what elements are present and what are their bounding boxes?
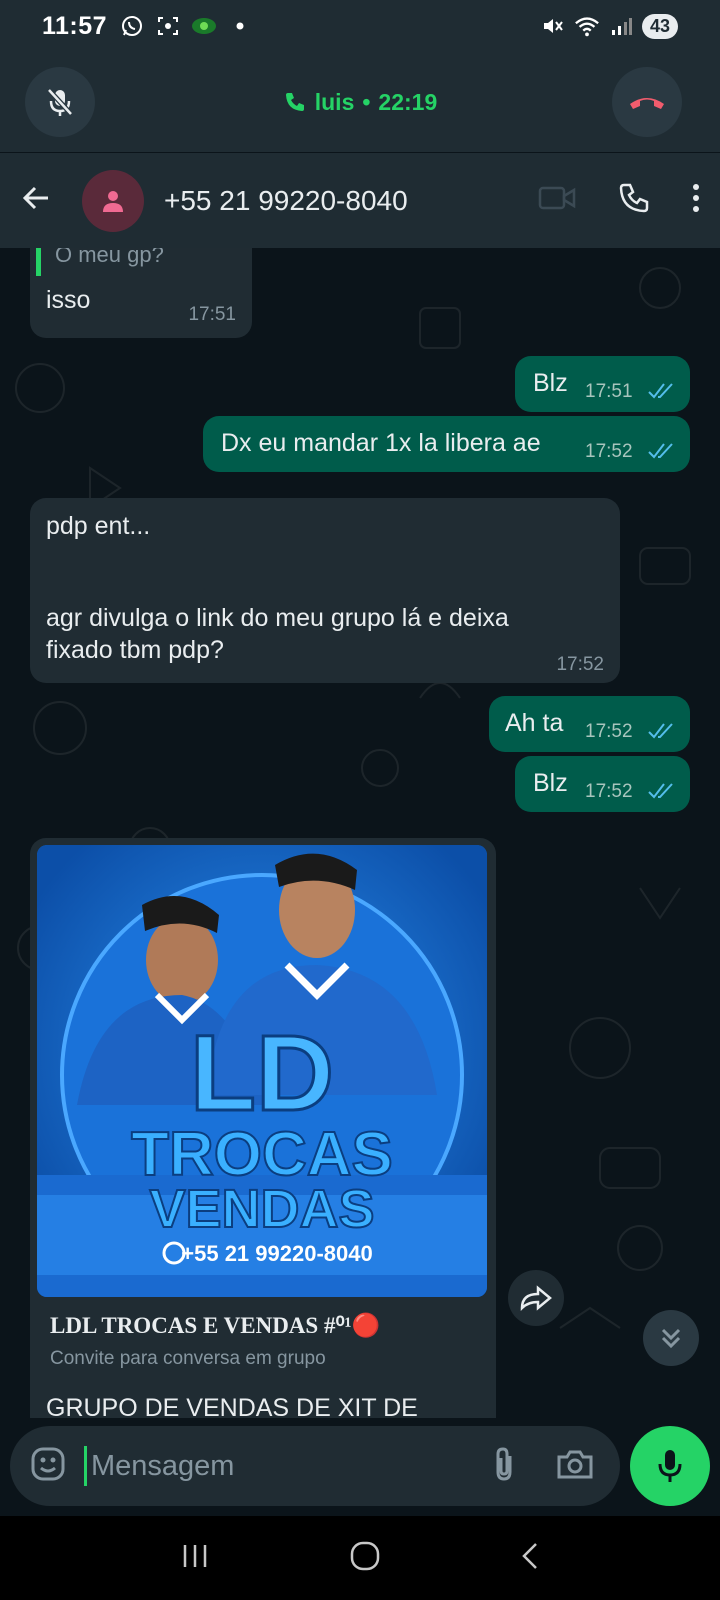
back-icon[interactable]: [520, 1541, 540, 1576]
chat-area[interactable]: O meu gp? isso 17:51 Blz 17:51 Dx eu man…: [0, 248, 720, 1418]
message-text: isso: [46, 286, 91, 314]
read-receipt-icon: [648, 383, 673, 399]
status-bar: 11:57 43: [0, 0, 720, 52]
hang-up-icon: [630, 98, 664, 109]
signal-icon: [608, 13, 634, 39]
system-navigation-bar: [0, 1516, 720, 1600]
forward-button[interactable]: [508, 1270, 564, 1326]
whatsapp-icon: [119, 13, 145, 39]
header-actions: [538, 182, 700, 219]
microphone-off-icon: [47, 88, 73, 116]
home-icon[interactable]: [349, 1540, 381, 1577]
call-status[interactable]: luis • 22:19: [283, 88, 438, 116]
message-text: Dx eu mandar 1x la libera ae: [221, 429, 541, 457]
forward-icon: [520, 1285, 552, 1312]
microphone-icon: [658, 1450, 682, 1482]
message-time: 17:52: [556, 654, 604, 675]
emoji-icon[interactable]: [30, 1446, 66, 1487]
banner-phone: +55 21 99220-8040: [181, 1241, 372, 1266]
voice-call-icon[interactable]: [618, 182, 650, 219]
contact-avatar[interactable]: [82, 169, 144, 232]
call-separator: •: [362, 88, 371, 115]
message-incoming[interactable]: pdp ent... agr divulga o link do meu gru…: [30, 498, 620, 683]
back-arrow-icon[interactable]: [20, 182, 52, 219]
banner-big-letters: LD: [190, 1012, 334, 1133]
recent-apps-icon[interactable]: [180, 1543, 210, 1574]
message-text: Blz: [533, 369, 568, 397]
read-receipt-icon: [648, 723, 673, 739]
ongoing-call-bar[interactable]: luis • 22:19: [0, 52, 720, 152]
phone-icon: [285, 93, 304, 111]
status-time: 11:57: [42, 11, 108, 40]
contact-name[interactable]: +55 21 99220-8040: [164, 185, 408, 217]
message-incoming[interactable]: O meu gp? isso 17:51: [30, 248, 252, 338]
camera-icon[interactable]: [556, 1448, 594, 1485]
group-name: LDL TROCAS E VENDAS #⁰¹🔴: [50, 1313, 381, 1338]
message-outgoing[interactable]: Dx eu mandar 1x la libera ae 17:52: [203, 416, 690, 472]
message-outgoing[interactable]: Ah ta 17:52: [489, 696, 690, 752]
message-line: pdp ent...: [46, 512, 151, 540]
mute-microphone-button[interactable]: [25, 67, 95, 137]
person-icon: [103, 190, 123, 212]
message-line: fixado tbm pdp?: [46, 636, 224, 664]
message-line: agr divulga o link do meu grupo lá e dei…: [46, 604, 509, 632]
message-time: 17:52: [585, 721, 633, 742]
wifi-icon: [574, 13, 600, 39]
banner-line-3: VENDAS: [149, 1179, 374, 1239]
message-time: 17:52: [585, 781, 633, 802]
quoted-reply[interactable]: O meu gp?: [36, 248, 241, 276]
notification-icons: [119, 13, 253, 39]
status-right: 43: [540, 13, 678, 39]
call-duration: 22:19: [378, 88, 438, 115]
group-banner-graphic: LD TROCAS VENDAS +55 21 99220-8040: [37, 845, 487, 1297]
screenshot-icon: [155, 13, 181, 39]
message-text: Blz: [533, 769, 568, 797]
read-receipt-icon: [648, 783, 673, 799]
video-call-icon[interactable]: [538, 184, 576, 217]
chat-header: +55 21 99220-8040: [0, 152, 720, 248]
message-time: 17:51: [585, 381, 633, 402]
battery-level: 43: [641, 13, 678, 39]
attach-icon[interactable]: [492, 1446, 516, 1487]
message-text: Ah ta: [505, 709, 564, 737]
message-outgoing[interactable]: Blz 17:51: [515, 356, 690, 412]
message-input[interactable]: [84, 1446, 492, 1486]
message-time: 17:51: [188, 304, 236, 325]
caller-name: luis: [314, 88, 355, 115]
end-call-button[interactable]: [612, 67, 682, 137]
scroll-to-bottom-button[interactable]: [643, 1310, 699, 1366]
voice-message-button[interactable]: [630, 1426, 710, 1506]
message-input-bar: [10, 1426, 620, 1506]
message-outgoing[interactable]: Blz 17:52: [515, 756, 690, 812]
app-notification-icon: [191, 13, 217, 39]
more-notifications-dot-icon: [227, 13, 253, 39]
group-description: GRUPO DE VENDAS DE XIT DE: [46, 1394, 418, 1418]
mute-icon: [540, 13, 566, 39]
more-options-icon[interactable]: [692, 183, 700, 218]
read-receipt-icon: [648, 443, 673, 459]
double-chevron-down-icon: [661, 1328, 681, 1349]
invite-subtitle: Convite para conversa em grupo: [50, 1348, 326, 1369]
group-invite-message[interactable]: LD TROCAS VENDAS +55 21 99220-8040 LDL T…: [30, 838, 496, 1418]
group-invite-image[interactable]: LD TROCAS VENDAS +55 21 99220-8040: [37, 845, 487, 1297]
message-time: 17:52: [585, 441, 633, 462]
